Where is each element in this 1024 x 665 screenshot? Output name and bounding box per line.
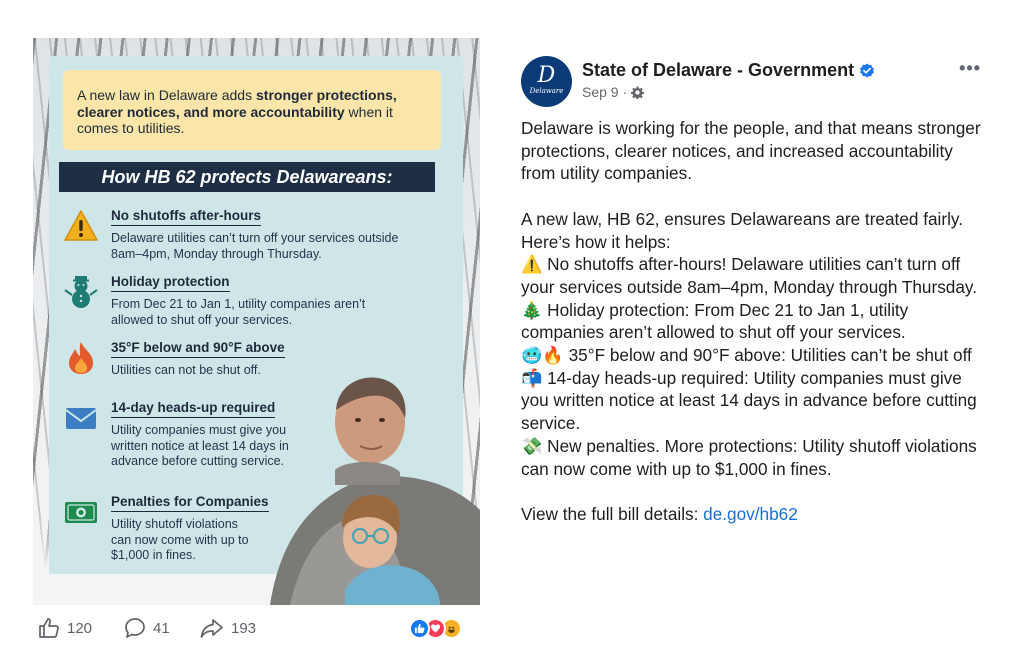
page-name[interactable]: State of Delaware - Government [582,60,875,81]
post-line: 📬 14-day heads-up required: Utility comp… [521,367,977,434]
bill-details-link[interactable]: de.gov/hb62 [703,504,798,524]
money-icon [65,502,97,523]
more-options-icon[interactable]: ••• [959,58,981,79]
item-title: 35°F below and 90°F above [111,340,285,358]
item-text: From Dec 21 to Jan 1, utility companies … [111,297,366,327]
comment-bubble-icon [125,618,145,638]
post-body: Delaware is working for the people, and … [521,117,981,526]
item-title: No shutoffs after-hours [111,208,261,226]
post-actions: 120 41 193 [33,612,480,646]
post-image[interactable]: A new law in Delaware adds stronger prot… [33,38,480,605]
flame-icon [69,342,93,374]
item-text: Utilities can not be shut off. [111,363,261,377]
verified-badge-icon [860,63,875,77]
like-button[interactable]: 120 [37,616,92,640]
post-meta: Sep 9 · [582,84,645,100]
share-button[interactable]: 193 [199,616,256,640]
avatar-wordmark: Delaware [529,87,564,95]
snowman-icon [64,276,98,308]
post-header: D Delaware State of Delaware - Governmen… [521,56,991,110]
reaction-summary[interactable] [409,618,469,640]
comment-button[interactable]: 41 [123,616,170,640]
post-line: A new law, HB 62, ensures Delawareans ar… [521,208,964,252]
link-prefix: View the full bill details: [521,503,704,524]
post-paragraph: Delaware is working for the people, and … [521,118,981,184]
like-reaction-icon [409,618,430,639]
page-name-text: State of Delaware - Government [582,60,855,80]
envelope-icon [65,408,97,429]
thumbs-up-icon [39,618,59,638]
item-text: Delaware utilities can’t turn off your s… [111,231,399,261]
item-title: Holiday protection [111,274,230,292]
post-line: 🥶🔥 35°F below and 90°F above: Utilities … [521,345,972,366]
item-text: Utility shutoff violations can now come … [111,517,249,562]
notice-box: A new law in Delaware adds stronger prot… [63,70,441,150]
share-count: 193 [231,619,257,637]
post-link-line: View the full bill details: de.gov/hb62 [521,503,981,526]
meta-separator: · [622,84,628,100]
post-date[interactable]: Sep 9 [582,84,619,100]
comment-count: 41 [153,619,170,637]
like-count: 120 [67,619,93,637]
item-title: Penalties for Companies [111,494,269,512]
avatar-monogram: D [537,63,556,88]
page-avatar[interactable]: D Delaware [521,56,572,107]
family-photo [270,377,480,605]
banner-title: How HB 62 protects Delawareans: [59,162,435,192]
warning-icon [64,210,98,241]
post-line: 🎄 Holiday protection: From Dec 21 to Jan… [521,299,909,343]
settings-gear-icon[interactable] [631,86,645,99]
post-line: ⚠️ No shutoffs after-hours! Delaware uti… [521,254,978,297]
post-line: 💸 New penalties. More protections: Utili… [521,435,977,479]
share-arrow-icon [200,619,223,638]
notice-text: A new law in Delaware adds [77,87,256,103]
